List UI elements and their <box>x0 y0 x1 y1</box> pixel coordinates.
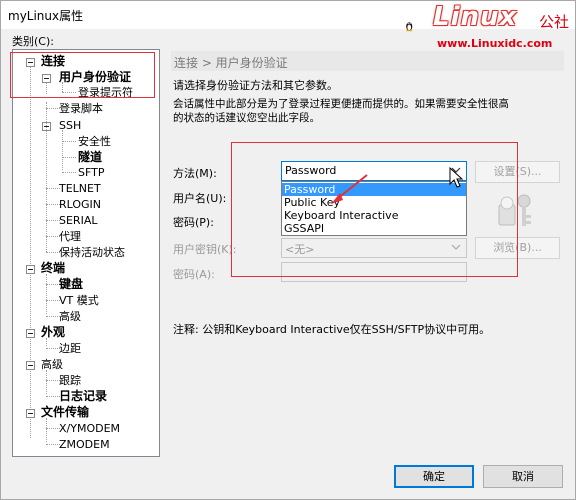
tree-item-logging[interactable]: 日志记录 <box>59 390 107 403</box>
tree-item-keyboard[interactable]: 键盘 <box>59 278 83 291</box>
tree-item-login-script[interactable]: 登录脚本 <box>59 102 103 115</box>
window-title: myLinux属性 <box>8 9 84 23</box>
tree-item-proxy[interactable]: 代理 <box>59 230 81 243</box>
tree-item-zmodem[interactable]: ZMODEM <box>59 438 110 451</box>
tree-item-advanced[interactable]: 高级 <box>41 358 63 371</box>
username-label: 用户名(U): <box>173 192 227 205</box>
watermark-word: Linux <box>433 2 518 32</box>
intro-text-2: 会话属性中此部分是为了登录过程更便捷而提供的。如果需要安全性很高 <box>173 98 509 110</box>
tree-item-sftp[interactable]: SFTP <box>78 166 104 179</box>
method-label: 方法(M): <box>173 167 217 180</box>
passphrase-label: 密码(A): <box>173 268 215 281</box>
note-text: 注释: 公钥和Keyboard Interactive仅在SSH/SFTP协议中… <box>173 323 491 336</box>
annotation-box-method <box>231 142 518 277</box>
properties-dialog: myLinux属性 Linux 公社 www.Linuxidc.com 类别(C… <box>0 0 576 500</box>
tree-item-tunnel[interactable]: 隧道 <box>78 151 102 164</box>
tree-item-terminal-advanced[interactable]: 高级 <box>59 310 81 323</box>
ok-button[interactable]: 确定 <box>394 465 474 488</box>
tree-item-trace[interactable]: 跟踪 <box>59 374 81 387</box>
tree-item-file-transfer[interactable]: 文件传输 <box>41 406 89 419</box>
tree-item-serial[interactable]: SERIAL <box>59 214 97 227</box>
intro-text-3: 的状态的话建议您空出此字段。 <box>173 112 320 124</box>
cancel-button-label: 取消 <box>512 470 534 483</box>
tree-item-ssh[interactable]: SSH <box>59 119 81 132</box>
tree-item-rlogin[interactable]: RLOGIN <box>59 198 101 211</box>
tree-item-telnet[interactable]: TELNET <box>59 182 101 195</box>
ok-button-label: 确定 <box>423 470 445 483</box>
category-tree[interactable]: 连接 用户身份验证 登录提示符 登录脚本 SSH 安全性 隧道 SFTP TEL… <box>12 49 160 457</box>
tree-item-margins[interactable]: 边距 <box>59 342 81 355</box>
mouse-cursor-icon <box>449 167 464 188</box>
user-key-label: 用户密钥(K): <box>173 243 237 256</box>
intro-text-1: 请选择身份验证方法和其它参数。 <box>173 79 338 92</box>
watermark-url: www.Linuxidc.com <box>437 37 553 50</box>
expand-toggle-advanced[interactable] <box>26 361 35 370</box>
tree-item-xymodem[interactable]: X/YMODEM <box>59 422 120 435</box>
expand-toggle-terminal[interactable] <box>26 265 35 274</box>
tree-item-security[interactable]: 安全性 <box>78 135 111 148</box>
breadcrumb-text: 连接 > 用户身份验证 <box>174 56 288 70</box>
annotation-arrow-icon <box>331 174 368 204</box>
password-label: 密码(P): <box>173 216 214 229</box>
annotation-box-tree <box>10 52 155 98</box>
tree-item-vt-mode[interactable]: VT 模式 <box>59 294 99 307</box>
watermark-cn: 公社 <box>539 13 570 31</box>
expand-toggle-appearance[interactable] <box>26 329 35 338</box>
panel-breadcrumb: 连接 > 用户身份验证 <box>171 51 564 71</box>
expand-toggle-file-transfer[interactable] <box>26 409 35 418</box>
tree-item-terminal[interactable]: 终端 <box>41 262 65 275</box>
tree-item-keep-alive[interactable]: 保持活动状态 <box>59 246 125 259</box>
tree-item-appearance[interactable]: 外观 <box>41 326 65 339</box>
cancel-button[interactable]: 取消 <box>483 465 563 488</box>
category-label: 类别(C): <box>12 35 54 48</box>
